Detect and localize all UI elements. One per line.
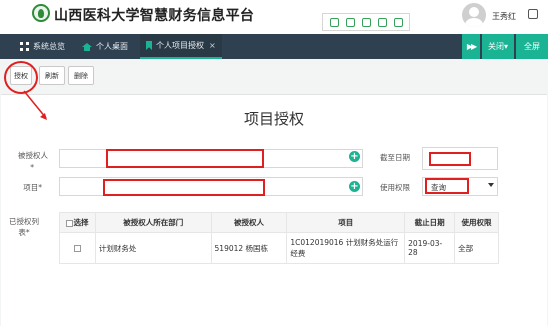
tab-bar: 系统总览 个人桌面 个人项目授权 × ▶▶ 关闭▾ 全屏 <box>0 34 548 59</box>
highlight-circle <box>4 61 38 94</box>
export-icon[interactable] <box>377 17 387 27</box>
document-icon[interactable] <box>361 17 371 27</box>
chevron-down-icon[interactable] <box>488 183 494 187</box>
fullscreen-label: 全屏 <box>524 42 540 51</box>
delete-button[interactable]: 删除 <box>68 66 94 85</box>
project-label: 项目* <box>23 183 42 192</box>
project-cell: 1C012019016 计划财务处运行经费 <box>286 232 406 264</box>
home-icon <box>82 42 92 51</box>
permission-value: 查询 <box>431 183 446 192</box>
permission-cell: 全部 <box>454 232 499 264</box>
deadline-highlight <box>429 152 471 166</box>
refresh-button[interactable]: 刷新 <box>39 66 65 85</box>
grid-icon <box>20 42 29 51</box>
tab-label: 个人桌面 <box>96 42 128 51</box>
add-project-icon[interactable]: + <box>349 181 360 192</box>
tab-personal-desktop[interactable]: 个人桌面 <box>82 34 128 59</box>
close-tab-icon[interactable]: × <box>209 41 216 50</box>
grantee-required-mark: * <box>30 163 34 172</box>
permission-label: 使用权限 <box>380 183 410 192</box>
tab-project-authorization[interactable]: 个人项目授权 × <box>140 34 222 59</box>
close-menu-button[interactable]: 关闭▾ <box>482 34 514 59</box>
expand-icon[interactable] <box>345 17 355 27</box>
university-logo <box>32 4 50 22</box>
tab-label: 个人项目授权 <box>156 41 204 50</box>
table-header-row: 选择 被授权人所在部门 被授权人 项目 截止日期 使用权限 <box>59 212 499 233</box>
authorized-table: 选择 被授权人所在部门 被授权人 项目 截止日期 使用权限 计划财务处 5190… <box>59 212 499 264</box>
bookmark-icon <box>146 41 152 50</box>
deadline-cell: 2019-03-28 <box>404 232 456 264</box>
close-menu-label: 关闭▾ <box>487 42 508 51</box>
row-select-cell <box>59 232 96 264</box>
app-title: 山西医科大学智慧财务信息平台 <box>54 8 255 24</box>
row-checkbox[interactable] <box>73 245 81 252</box>
scroll-tabs-button[interactable]: ▶▶ <box>462 34 480 59</box>
project-column-header[interactable]: 项目 <box>286 212 406 233</box>
avatar[interactable] <box>462 3 486 27</box>
project-highlight <box>103 179 265 196</box>
column-label: 选择 <box>73 218 89 227</box>
grantee-label: 被授权人 <box>18 151 48 160</box>
calculator-icon[interactable] <box>329 17 339 27</box>
table-row[interactable]: 计划财务处 519012 杨国栋 1C012019016 计划财务处运行经费 2… <box>59 232 499 264</box>
authorized-list-label: 已授权列表* <box>9 217 39 237</box>
add-grantee-icon[interactable]: + <box>349 151 360 162</box>
logout-icon[interactable] <box>528 9 538 19</box>
settings-icon[interactable] <box>393 17 403 27</box>
grantee-highlight <box>106 149 264 168</box>
header: 山西医科大学智慧财务信息平台 王秀红 <box>0 0 548 34</box>
form-title: 项目授权 <box>243 110 304 128</box>
fast-forward-icon: ▶▶ <box>466 42 477 51</box>
tab-system-overview[interactable]: 系统总览 <box>20 34 65 59</box>
select-column-header: 选择 <box>59 212 96 233</box>
quick-tools <box>322 13 410 31</box>
user-name[interactable]: 王秀红 <box>492 11 516 22</box>
permission-column-header[interactable]: 使用权限 <box>454 212 499 233</box>
deadline-label: 截至日期 <box>380 153 410 162</box>
tab-label: 系统总览 <box>33 42 65 51</box>
department-column-header[interactable]: 被授权人所在部门 <box>94 212 212 233</box>
fullscreen-button[interactable]: 全屏 <box>516 34 548 59</box>
grantee-cell: 519012 杨国栋 <box>210 232 288 264</box>
department-cell: 计划财务处 <box>94 232 212 264</box>
deadline-column-header[interactable]: 截止日期 <box>404 212 456 233</box>
app-window: 山西医科大学智慧财务信息平台 王秀红 系统总览 个人桌面 个人项目授权 × ▶▶ <box>0 0 548 326</box>
grantee-column-header[interactable]: 被授权人 <box>210 212 288 233</box>
